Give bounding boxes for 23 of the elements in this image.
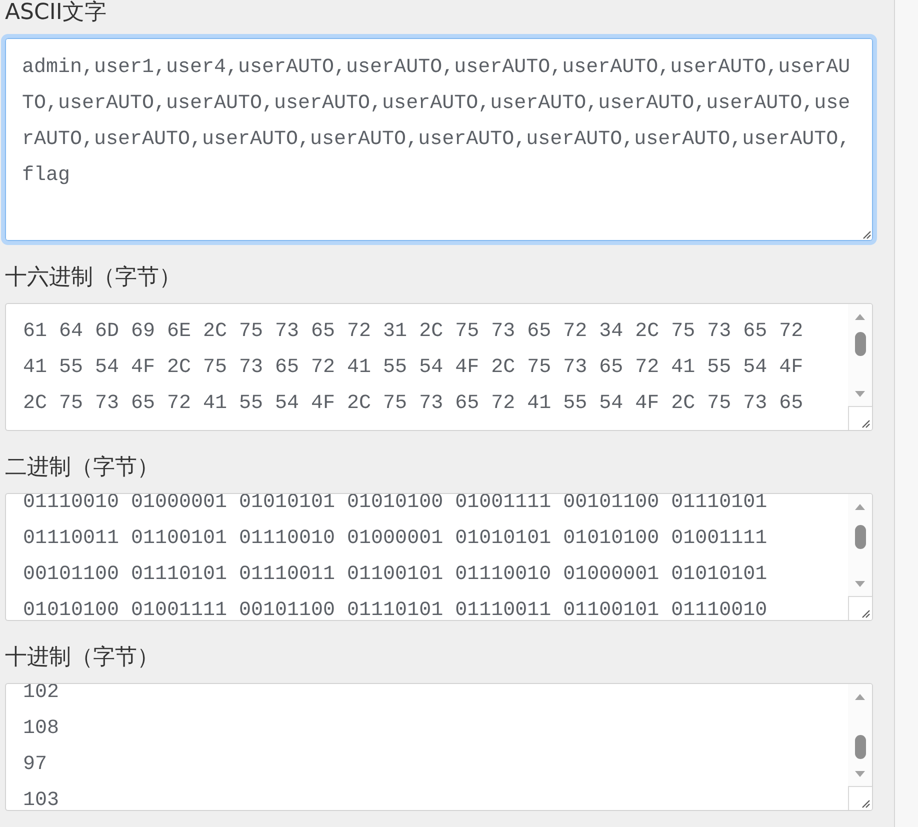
scroll-up-arrow-icon[interactable] (855, 314, 865, 320)
scroll-down-arrow-icon[interactable] (855, 771, 865, 777)
resize-grip-icon[interactable] (848, 596, 872, 620)
scroll-down-arrow-icon[interactable] (855, 391, 865, 397)
scrollbar-thumb[interactable] (854, 525, 866, 549)
scroll-up-arrow-icon[interactable] (855, 504, 865, 510)
scrollbar[interactable] (848, 304, 872, 430)
resize-grip-icon[interactable] (848, 406, 872, 430)
scrollbar-thumb[interactable] (854, 332, 866, 356)
field-label: 十六进制（字节） (5, 265, 181, 291)
scrollbar[interactable] (848, 494, 872, 620)
resize-grip-icon[interactable] (861, 229, 871, 239)
text-area[interactable]: 61 64 6D 69 6E 2C 75 73 65 72 31 2C 75 73 65 72 34 2C 75 73 65 72 41 55 54 4F 2C 75 73 65 72 41 55 54 4F 2C 75 73 65 72 41 55 54 4F 2C 75 73 65 72 41 55 54 4F 2C 75 73 65 72 41 55 54 4F 2C 75 73 65 (5, 303, 873, 431)
text-area[interactable]: admin,user1,user4,userAUTO,userAUTO,userAUTO,userAUTO,userAUTO,userAUTO,userAUTO,userAUTO,userAUTO,userAUTO,userAUTO,userAUTO,userAUTO,userAUTO,userAUTO,userAUTO,userAUTO,userAUTO,userAUTO,userAUTO,userAUTO,flag (1, 34, 877, 245)
resize-grip-icon[interactable] (848, 786, 872, 810)
field-label: 二进制（字节） (5, 455, 159, 481)
field-label: ASCII文字 (5, 0, 106, 26)
field-label: 十进制（字节） (5, 645, 159, 671)
page-scrollbar-track[interactable] (894, 0, 918, 827)
scrollbar-thumb[interactable] (854, 735, 866, 759)
scrollbar[interactable] (848, 684, 872, 810)
scroll-down-arrow-icon[interactable] (855, 581, 865, 587)
scroll-up-arrow-icon[interactable] (855, 694, 865, 700)
